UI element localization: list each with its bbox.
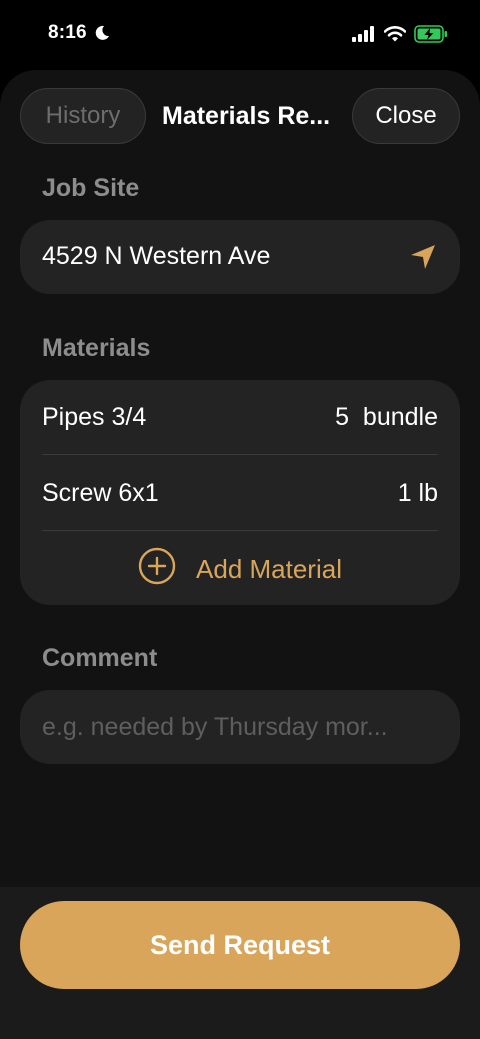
bottom-bar: Send Request — [0, 887, 480, 1039]
material-quantity: 5 bundle — [335, 402, 438, 431]
page-title: Materials Re... — [162, 101, 331, 130]
material-name: Pipes 3/4 — [42, 402, 147, 431]
status-time: 8:16 — [48, 22, 87, 43]
sheet-header: History Materials Re... Close — [0, 88, 480, 146]
material-row[interactable]: Screw 6x1 1 lb — [42, 456, 438, 530]
status-bar: 8:16 — [0, 0, 480, 70]
moon-icon — [94, 25, 110, 46]
job-site-label: Job Site — [42, 174, 140, 202]
materials-list: Pipes 3/4 5 bundle Screw 6x1 1 lb Add Ma… — [20, 380, 460, 605]
divider — [42, 530, 438, 531]
history-button[interactable]: History — [20, 88, 146, 144]
signal-icon — [352, 26, 376, 47]
comment-field — [20, 690, 460, 764]
add-material-label: Add Material — [196, 553, 342, 584]
material-row[interactable]: Pipes 3/4 5 bundle — [42, 380, 438, 454]
battery-icon — [414, 25, 448, 48]
materials-label: Materials — [42, 334, 151, 362]
close-button[interactable]: Close — [352, 88, 460, 144]
job-site-field[interactable]: 4529 N Western Ave — [20, 220, 460, 294]
material-name: Screw 6x1 — [42, 478, 159, 507]
plus-circle-icon — [138, 547, 176, 592]
comment-label: Comment — [42, 644, 158, 672]
location-arrow-icon[interactable] — [408, 242, 438, 277]
comment-input[interactable] — [42, 690, 438, 764]
wifi-icon — [383, 26, 407, 47]
send-request-button[interactable]: Send Request — [20, 901, 460, 989]
job-site-address: 4529 N Western Ave — [42, 242, 271, 270]
materials-request-sheet: History Materials Re... Close Job Site 4… — [0, 70, 480, 1039]
divider — [42, 454, 438, 455]
add-material-button[interactable]: Add Material — [20, 532, 460, 606]
material-quantity: 1 lb — [397, 478, 438, 507]
